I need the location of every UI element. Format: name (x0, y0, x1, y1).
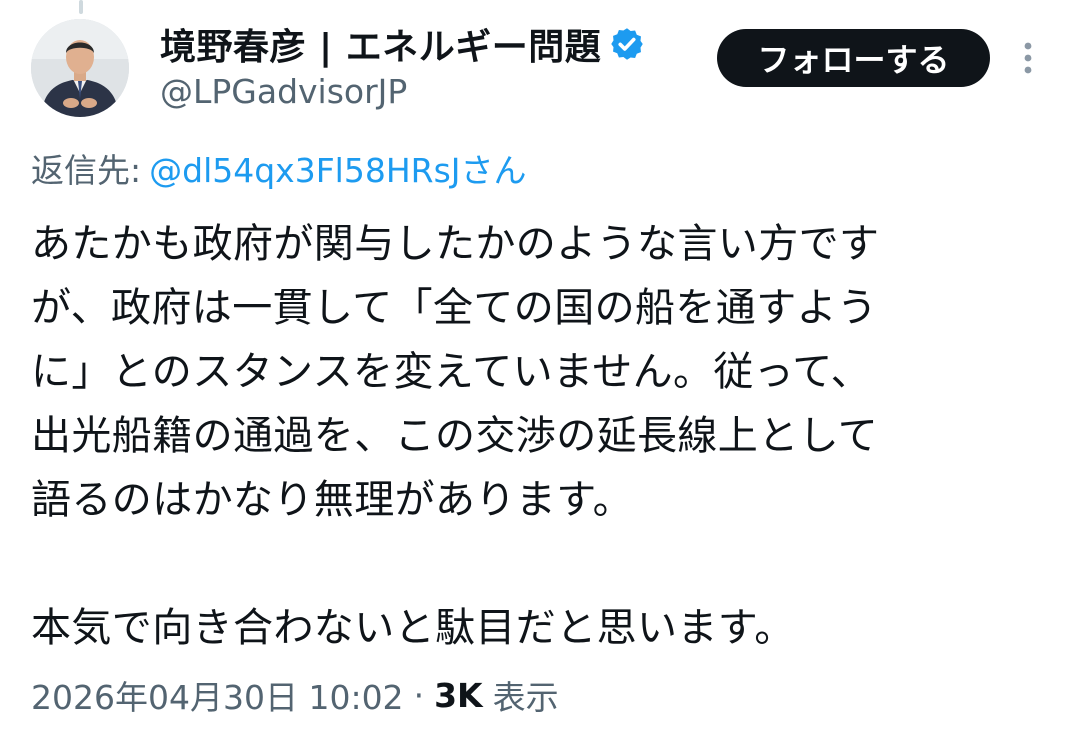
follow-button[interactable]: フォローする (717, 29, 990, 87)
more-vertical-icon[interactable] (1016, 38, 1040, 78)
tweet-text: あたかも政府が関与したかのような言い方です が、政府は一貫して「全ての国の船を通… (31, 212, 1051, 660)
avatar-photo (31, 19, 129, 117)
reply-to-prefix: 返信先: (31, 151, 142, 190)
tweet-text-line: あたかも政府が関与したかのような言い方です (31, 221, 880, 267)
tweet-text-line: 出光船籍の通過を、この交渉の延長線上として (31, 413, 879, 459)
author-handle[interactable]: @LPGadvisorJP (160, 72, 407, 111)
thread-connector-line (79, 0, 83, 14)
author-name-row: 境野春彦 | エネルギー問題 (160, 20, 645, 68)
verified-badge-icon[interactable] (609, 26, 645, 62)
views-label: 表示 (492, 678, 559, 717)
meta-separator: · (413, 675, 425, 715)
tweet-text-line: に」とのスタンスを変えていません。従って、 (31, 349, 871, 395)
author-display-name[interactable]: 境野春彦 | エネルギー問題 (160, 18, 601, 70)
tweet-text-line: 語るのはかなり無理があります。 (31, 477, 633, 523)
reply-to-line: 返信先: @dl54qx3Fl58HRsJさん (31, 144, 527, 192)
avatar[interactable] (31, 19, 129, 117)
tweet-timestamp[interactable]: 2026年04月30日 10:02 (31, 671, 404, 719)
reply-to-mention-link[interactable]: @dl54qx3Fl58HRsJさん (149, 151, 526, 190)
tweet-text-line: 本気で向き合わないと駄目だと思います。 (31, 605, 795, 651)
views-count: 3K (434, 675, 483, 715)
tweet-text-line: が、政府は一貫して「全ての国の船を通すよう (31, 285, 878, 331)
tweet-meta: 2026年04月30日 10:02 · 3K 表示 (31, 671, 559, 719)
